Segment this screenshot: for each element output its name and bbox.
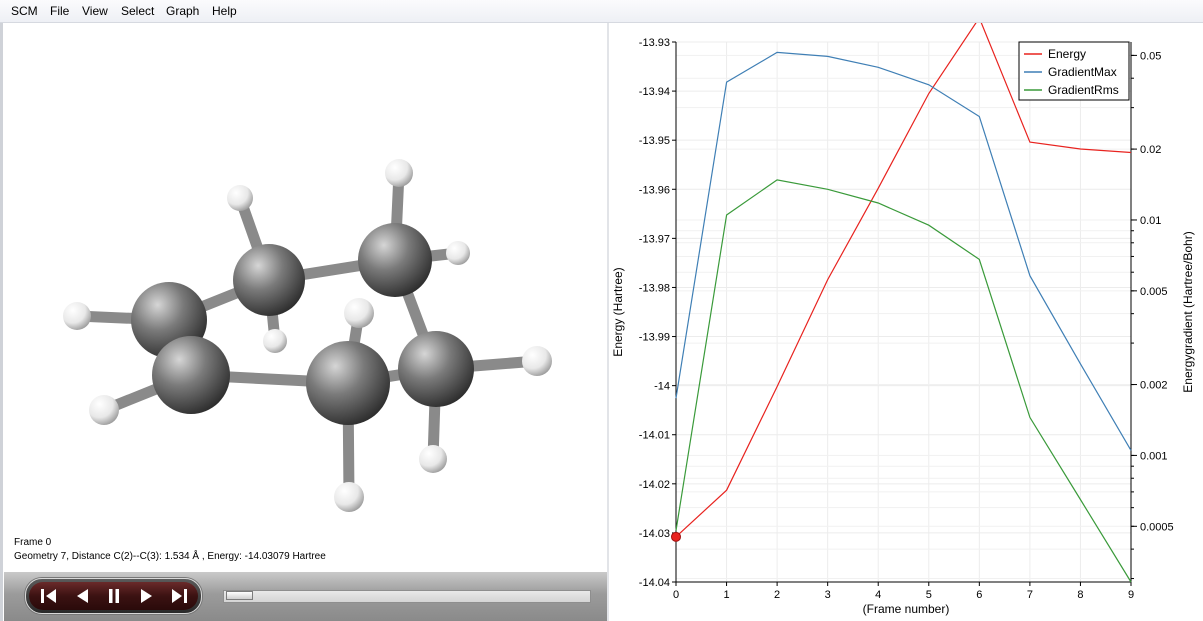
- y-left-tick-label: -14.01: [639, 430, 670, 442]
- x-tick-label: 8: [1077, 589, 1083, 601]
- legend-label: Energy: [1048, 47, 1086, 61]
- y-right-tick-label: 0.002: [1140, 380, 1168, 392]
- hydrogen-atom: [419, 445, 447, 473]
- menu-view[interactable]: View: [82, 4, 108, 18]
- carbon-atom: [358, 223, 432, 297]
- y-left-tick-label: -14.03: [639, 528, 670, 540]
- x-tick-label: 5: [926, 589, 932, 601]
- hydrogen-atom: [334, 482, 364, 512]
- legend-label: GradientRms: [1048, 83, 1119, 97]
- y-left-tick-label: -13.93: [639, 37, 670, 49]
- y-left-tick-label: -14.04: [639, 577, 670, 589]
- energy-gradient-chart[interactable]: 0 1 2 3 4 5 6 7 8 9 -13.93 -13.94 -13.95 -13.96 -13.97…: [609, 23, 1203, 621]
- hydrogen-atom: [344, 298, 374, 328]
- y-right-tick-label: 0.05: [1140, 50, 1161, 62]
- grid: [675, 41, 1132, 583]
- molecule-3d-view[interactable]: [3, 23, 607, 572]
- x-tick-label: 3: [825, 589, 831, 601]
- hydrogen-atom: [263, 329, 287, 353]
- series: [671, 23, 1132, 583]
- carbon-atom: [398, 331, 474, 407]
- hydrogen-atom: [63, 302, 91, 330]
- next-frame-button[interactable]: [138, 588, 156, 604]
- y-left-tick-label: -14.02: [639, 479, 670, 491]
- menu-bar: SCM File View Select Graph Help: [0, 0, 1203, 23]
- player-bar: [4, 572, 607, 621]
- x-axis-label: (Frame number): [863, 602, 950, 616]
- y-left-tick-label: -13.94: [639, 86, 670, 98]
- frame-slider-thumb[interactable]: [226, 591, 253, 600]
- x-tick-label: 1: [723, 589, 729, 601]
- carbon-atom: [306, 341, 390, 425]
- y-right-tick-label: 0.02: [1140, 144, 1161, 156]
- geometry-info: Geometry 7, Distance C(2)--C(3): 1.534 Å…: [14, 551, 326, 562]
- y-left-tick-label: -14: [654, 381, 670, 393]
- last-frame-button[interactable]: [170, 588, 188, 604]
- hydrogen-atom: [89, 395, 119, 425]
- axes: 0 1 2 3 4 5 6 7 8 9 -13.93 -13.94 -13.95 -13.96 -13.97…: [639, 37, 1174, 601]
- y-right-tick-label: 0.01: [1140, 215, 1161, 227]
- hydrogen-atom: [522, 346, 552, 376]
- hydrogen-atom: [227, 185, 253, 211]
- y-left-tick-label: -13.96: [639, 184, 670, 196]
- x-tick-label: 0: [673, 589, 679, 601]
- molecule-viewer[interactable]: Frame 0 Geometry 7, Distance C(2)--C(3):…: [0, 23, 607, 621]
- y-axis-left-label: Energy (Hartree): [611, 267, 625, 356]
- menu-select[interactable]: Select: [121, 4, 154, 18]
- menu-graph[interactable]: Graph: [166, 4, 199, 18]
- y-left-tick-label: -13.98: [639, 282, 670, 294]
- series-line-gradientmax: [675, 51, 1132, 451]
- atoms: [63, 159, 552, 512]
- pause-button[interactable]: [105, 588, 123, 604]
- x-tick-label: 6: [976, 589, 982, 601]
- current-frame-marker: [671, 531, 681, 542]
- graph-panel: 0 1 2 3 4 5 6 7 8 9 -13.93 -13.94 -13.95 -13.96 -13.97…: [609, 23, 1203, 621]
- y-right-tick-label: 0.005: [1140, 286, 1168, 298]
- hydrogen-atom: [385, 159, 413, 187]
- playback-controls: [25, 578, 202, 614]
- y-right-tick-label: 0.001: [1140, 450, 1168, 462]
- x-tick-label: 2: [774, 589, 780, 601]
- first-frame-button[interactable]: [40, 588, 58, 604]
- hydrogen-atom: [446, 241, 470, 265]
- y-right-tick-label: 0.0005: [1140, 521, 1174, 533]
- menu-scm[interactable]: SCM: [11, 4, 38, 18]
- y-axis-right-label: Energygradient (Hartree/Bohr): [1181, 231, 1195, 392]
- menu-help[interactable]: Help: [212, 4, 237, 18]
- legend-label: GradientMax: [1048, 65, 1117, 79]
- x-tick-label: 7: [1027, 589, 1033, 601]
- carbon-atom: [233, 244, 305, 316]
- x-tick-label: 9: [1128, 589, 1134, 601]
- previous-frame-button[interactable]: [73, 588, 91, 604]
- y-left-tick-label: -13.95: [639, 135, 670, 147]
- menu-file[interactable]: File: [50, 4, 69, 18]
- series-line-gradientrms: [675, 179, 1132, 583]
- legend: Energy GradientMax GradientRms: [1018, 41, 1130, 101]
- carbon-atom: [152, 336, 230, 414]
- frame-slider[interactable]: [223, 590, 591, 603]
- frame-label: Frame 0: [14, 537, 52, 548]
- y-left-tick-label: -13.99: [639, 332, 670, 344]
- y-left-tick-label: -13.97: [639, 233, 670, 245]
- x-tick-label: 4: [875, 589, 881, 601]
